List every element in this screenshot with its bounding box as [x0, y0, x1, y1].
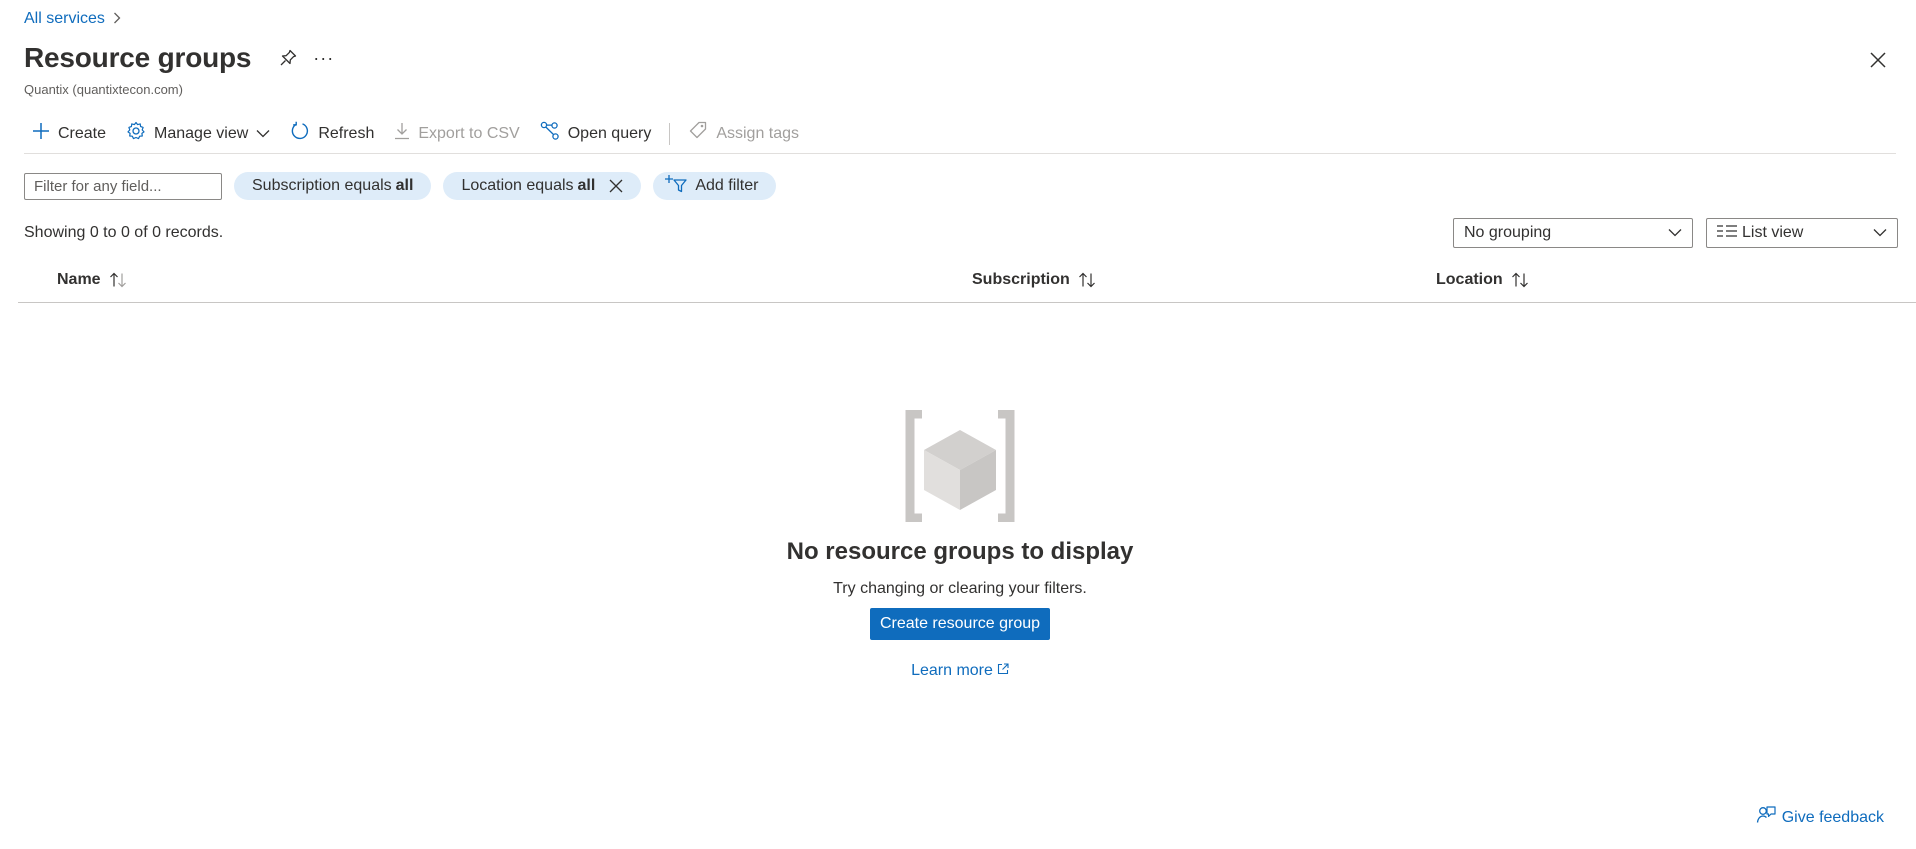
- refresh-button[interactable]: Refresh: [280, 117, 384, 151]
- gear-icon: [126, 121, 146, 146]
- list-view-icon: [1717, 224, 1737, 242]
- column-header-subscription[interactable]: Subscription: [972, 271, 1096, 289]
- feedback-icon: [1756, 805, 1776, 830]
- location-filter-value: all: [577, 177, 596, 194]
- column-header-location[interactable]: Location: [1436, 271, 1529, 289]
- export-csv-button[interactable]: Export to CSV: [384, 117, 529, 151]
- command-bar: Create Manage view Refresh Export to CSV…: [24, 114, 1896, 154]
- sort-icon: [1511, 272, 1529, 288]
- grouping-value: No grouping: [1464, 224, 1552, 241]
- records-count: Showing 0 to 0 of 0 records.: [24, 224, 224, 241]
- assign-tags-button[interactable]: Assign tags: [678, 117, 809, 151]
- column-header-label: Location: [1436, 271, 1503, 288]
- subscription-filter-value: all: [395, 177, 414, 194]
- resource-group-icon: [900, 409, 1020, 523]
- breadcrumb: All services: [24, 10, 121, 28]
- create-button[interactable]: Create: [24, 117, 116, 151]
- add-filter-label: Add filter: [695, 177, 759, 194]
- learn-more-link[interactable]: Learn more: [911, 662, 1009, 680]
- manage-view-label: Manage view: [154, 124, 249, 142]
- view-dropdown[interactable]: List view: [1706, 218, 1898, 248]
- chevron-down-icon: [1668, 224, 1682, 242]
- refresh-label: Refresh: [318, 124, 375, 142]
- title-row: Resource groups ···: [24, 42, 334, 74]
- give-feedback-link[interactable]: Give feedback: [1756, 805, 1884, 830]
- table-header: Name Subscription Location: [18, 265, 1916, 303]
- page-title: Resource groups: [24, 42, 252, 73]
- directory-subtitle: Quantix (quantixtecon.com): [24, 82, 183, 97]
- manage-view-button[interactable]: Manage view: [116, 117, 280, 151]
- view-value: List view: [1742, 224, 1804, 241]
- column-header-label: Name: [57, 271, 101, 288]
- chevron-down-icon: [256, 125, 270, 143]
- grouping-dropdown[interactable]: No grouping: [1453, 218, 1693, 248]
- chevron-right-icon: [113, 11, 121, 27]
- export-csv-label: Export to CSV: [418, 124, 520, 142]
- add-filter-icon: [665, 174, 687, 199]
- create-button-label: Create: [58, 124, 107, 142]
- remove-filter-icon[interactable]: [609, 179, 623, 193]
- give-feedback-label: Give feedback: [1781, 808, 1884, 826]
- location-filter-label: Location equals: [461, 177, 574, 194]
- column-header-name[interactable]: Name: [57, 271, 127, 289]
- empty-state-title: No resource groups to display: [786, 538, 1134, 565]
- empty-state: No resource groups to display Try changi…: [0, 409, 1916, 680]
- subscription-filter-label: Subscription equals: [252, 177, 392, 194]
- tag-icon: [688, 121, 708, 146]
- assign-tags-label: Assign tags: [716, 124, 800, 142]
- chevron-down-icon: [1873, 224, 1887, 242]
- learn-more-label: Learn more: [911, 662, 993, 679]
- empty-state-subtitle: Try changing or clearing your filters.: [833, 580, 1087, 597]
- filter-row: Subscription equals all Location equals …: [24, 172, 777, 200]
- close-icon[interactable]: [1866, 48, 1890, 72]
- add-filter-button[interactable]: Add filter: [653, 172, 777, 200]
- open-query-button[interactable]: Open query: [530, 117, 662, 151]
- location-filter-pill[interactable]: Location equals all: [443, 172, 642, 200]
- subscription-filter-pill[interactable]: Subscription equals all: [234, 172, 432, 200]
- open-query-label: Open query: [567, 124, 652, 142]
- filter-input[interactable]: [24, 172, 222, 200]
- download-icon: [394, 122, 410, 145]
- plus-icon: [32, 122, 50, 145]
- more-options-icon[interactable]: ···: [313, 48, 334, 69]
- pin-icon[interactable]: [277, 47, 299, 69]
- refresh-icon: [290, 121, 310, 146]
- toolbar-divider: [669, 122, 671, 145]
- sort-icon: [109, 272, 127, 288]
- breadcrumb-all-services-link[interactable]: All services: [24, 10, 105, 28]
- create-resource-group-button[interactable]: Create resource group: [869, 608, 1051, 640]
- external-link-icon: [997, 662, 1009, 680]
- column-header-label: Subscription: [972, 271, 1070, 288]
- query-graph-icon: [540, 121, 560, 146]
- sort-icon: [1078, 272, 1096, 288]
